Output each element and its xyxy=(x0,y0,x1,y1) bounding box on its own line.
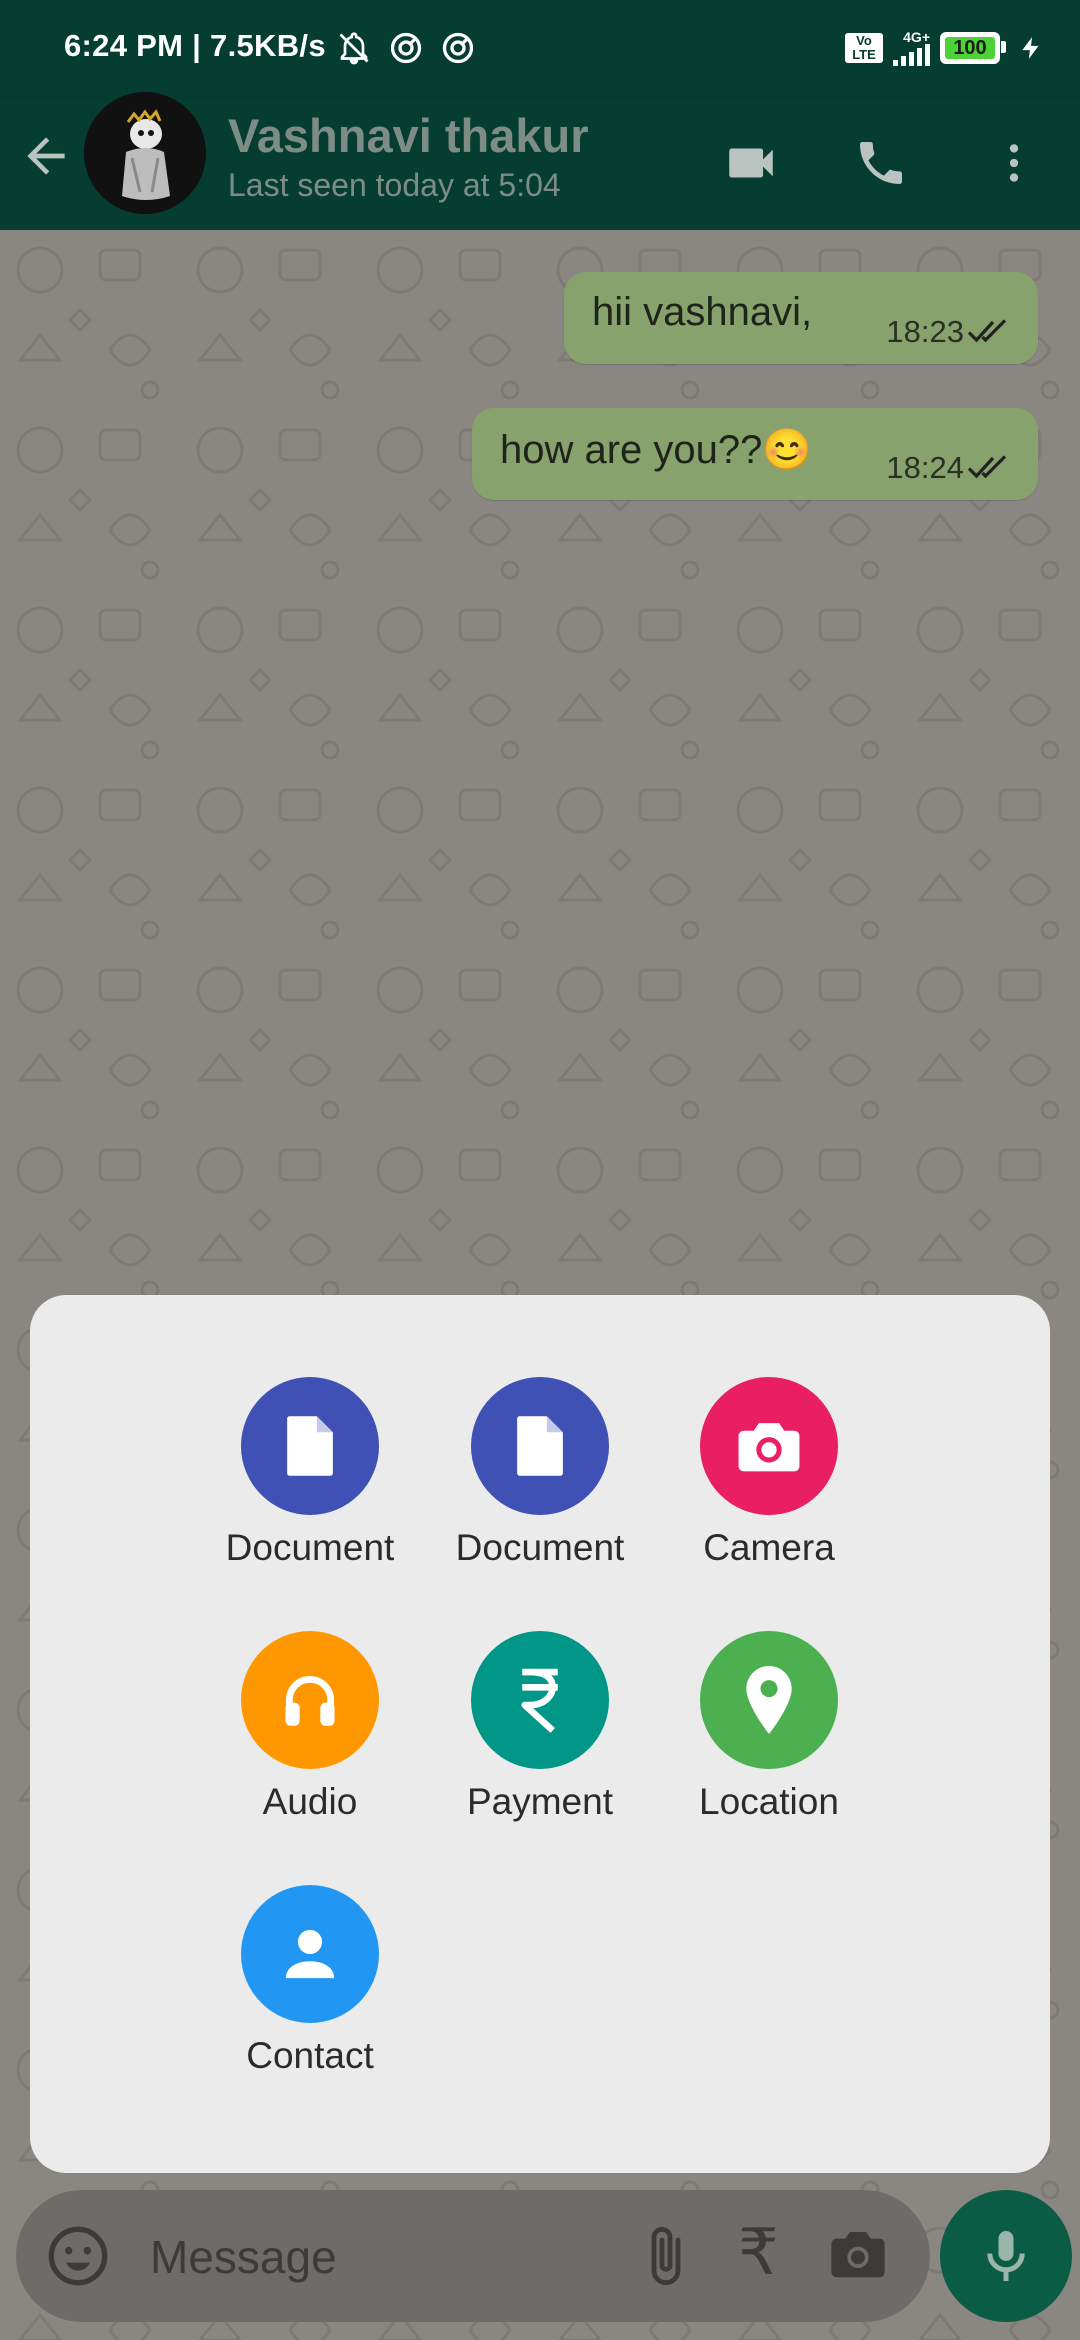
message-time: 18:24 xyxy=(886,450,964,485)
attachment-icon-circle xyxy=(700,1631,838,1769)
volte-icon: Vo LTE xyxy=(845,33,883,63)
attachment-icon-circle xyxy=(241,1885,379,2023)
attachment-label: Camera xyxy=(703,1527,835,1568)
double-check-icon xyxy=(967,455,1007,479)
signal-icon: 4G+ xyxy=(893,30,930,66)
attachment-icon-circle xyxy=(241,1377,379,1515)
voice-record-button[interactable] xyxy=(940,2190,1072,2322)
attach-payment-button[interactable]: Payment xyxy=(430,1631,650,1823)
attachment-icon-circle xyxy=(471,1631,609,1769)
attach-contact-button[interactable]: Contact xyxy=(200,1885,420,2077)
more-options-button[interactable] xyxy=(978,128,1050,198)
attachment-icon-circle xyxy=(700,1377,838,1515)
contact-name[interactable]: Vashnavi thakur xyxy=(228,108,589,163)
attachment-menu: Document Document Camera Audio Payment L… xyxy=(30,1295,1050,2173)
message-input[interactable] xyxy=(148,2218,632,2296)
camera-icon xyxy=(738,1423,800,1472)
emoji-button[interactable] xyxy=(46,2224,110,2293)
payment-button[interactable]: ₹ xyxy=(738,2220,779,2284)
paperclip-icon xyxy=(651,2227,681,2286)
battery-icon: 100 xyxy=(940,32,1006,64)
voice-call-button[interactable] xyxy=(846,128,916,198)
microphone-icon xyxy=(987,2231,1025,2281)
contact-avatar[interactable] xyxy=(84,92,206,214)
network-type: 4G+ xyxy=(903,29,930,45)
charging-bolt-icon xyxy=(1022,37,1039,59)
message-text: how are you??😊 xyxy=(500,428,813,472)
attach-camera-button[interactable]: Camera xyxy=(659,1377,879,1569)
outgoing-message[interactable]: hii vashnavi, 18:23 xyxy=(564,272,1038,364)
app-notification-icon xyxy=(390,32,422,64)
outgoing-message[interactable]: how are you??😊 18:24 xyxy=(472,408,1038,500)
message-time: 18:23 xyxy=(886,314,964,349)
attach-audio-button[interactable]: Audio xyxy=(200,1631,420,1823)
person-icon xyxy=(285,1929,335,1979)
rupee-icon: ₹ xyxy=(738,2216,779,2288)
status-time-speed: 6:24 PM | 7.5KB/s xyxy=(64,28,326,63)
muted-bell-icon xyxy=(339,32,369,65)
attach-document-button[interactable]: Document xyxy=(430,1377,650,1569)
more-vertical-icon xyxy=(1009,144,1019,182)
double-check-icon xyxy=(967,319,1007,343)
message-composer: ₹ xyxy=(16,2190,930,2322)
status-bar: 6:24 PM | 7.5KB/s Vo LTE 4G+ 100 xyxy=(0,0,1080,100)
location-pin-icon xyxy=(746,1666,792,1734)
attach-document-button[interactable]: Document xyxy=(200,1377,420,1569)
video-call-button[interactable] xyxy=(716,128,786,198)
camera-icon xyxy=(831,2232,885,2278)
attach-location-button[interactable]: Location xyxy=(659,1631,879,1823)
message-text: hii vashnavi, xyxy=(592,290,813,334)
document-icon xyxy=(517,1416,563,1476)
app-notification-icon xyxy=(442,32,474,64)
attachment-label: Document xyxy=(225,1527,395,1568)
attachment-label: Contact xyxy=(246,2035,374,2076)
back-arrow-icon xyxy=(27,137,65,175)
headphones-icon xyxy=(285,1675,335,1726)
avatar-image xyxy=(84,92,206,214)
last-seen-status: Last seen today at 5:04 xyxy=(228,167,561,203)
status-system-icons: Vo LTE 4G+ 100 xyxy=(845,30,1044,66)
back-button[interactable] xyxy=(18,128,74,184)
attachment-label: Location xyxy=(699,1781,839,1822)
attachment-icon-circle xyxy=(471,1377,609,1515)
attach-button[interactable] xyxy=(634,2224,698,2293)
video-camera-icon xyxy=(729,148,773,178)
camera-button[interactable] xyxy=(826,2224,890,2293)
attachment-icon-circle xyxy=(241,1631,379,1769)
battery-level: 100 xyxy=(953,36,987,59)
rupee-icon xyxy=(521,1668,558,1733)
attachment-label: Audio xyxy=(262,1781,358,1822)
emoji-icon xyxy=(48,2226,108,2286)
status-notification-icons xyxy=(336,30,476,66)
phone-icon xyxy=(860,142,902,184)
document-icon xyxy=(287,1416,333,1476)
attachment-label: Payment xyxy=(466,1781,613,1822)
attachment-label: Document xyxy=(455,1527,625,1568)
